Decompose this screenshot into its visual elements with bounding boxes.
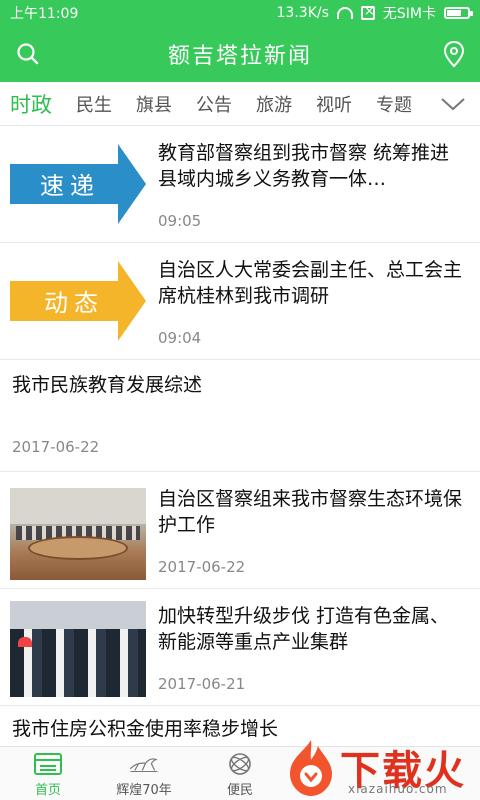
horse-icon <box>129 751 159 777</box>
network-speed: 13.3K/s <box>276 5 329 21</box>
nav-services-label: 便民 <box>226 782 253 798</box>
tab-announcements[interactable]: 公告 <box>196 91 232 117</box>
news-item[interactable]: 动态 自治区人大常委会副主任、总工会主席杭桂林到我市调研 09:04 <box>0 243 480 360</box>
news-badge: 动态 <box>44 289 104 317</box>
tab-tourism[interactable]: 旅游 <box>256 91 292 117</box>
home-icon <box>33 751 63 777</box>
news-title: 我市民族教育发展综述 <box>12 374 203 396</box>
wifi-icon <box>336 7 353 19</box>
search-button[interactable] <box>12 38 44 70</box>
news-list: 速递 教育部督察组到我市督察 统筹推进县域内城乡义务教育一体… 09:05 动态… <box>0 126 480 746</box>
news-title: 我市住房公积金使用率稳步增长 <box>12 718 279 740</box>
sim-status: 无SIM卡 <box>382 6 436 22</box>
news-time: 09:05 <box>158 212 202 230</box>
location-button[interactable] <box>438 38 470 70</box>
watermark-url: xiazaihuo.com <box>348 782 448 796</box>
nav-home-label: 首页 <box>34 782 61 798</box>
visit-photo <box>10 601 146 697</box>
tab-media[interactable]: 视听 <box>316 91 352 117</box>
category-tabs: 时政 民生 旗县 公告 旅游 视听 专题 <box>0 82 480 126</box>
search-icon <box>17 43 39 65</box>
news-title: 自治区人大常委会副主任、总工会主席杭桂林到我市调研 <box>158 259 463 307</box>
news-item[interactable]: 加快转型升级步伐 打造有色金属、新能源等重点产业集群 2017-06-21 <box>0 589 480 706</box>
chevron-down-icon <box>441 98 465 111</box>
status-right: 13.3K/s 无SIM卡 <box>276 3 473 23</box>
nav-services[interactable]: 便民 <box>192 747 288 800</box>
news-thumbnail <box>10 601 146 697</box>
no-sim-icon <box>360 4 375 20</box>
globe-icon <box>225 751 255 777</box>
news-title: 教育部督察组到我市督察 统筹推进县域内城乡义务教育一体… <box>158 142 450 190</box>
nav-home[interactable]: 首页 <box>0 747 96 800</box>
more-tabs-button[interactable] <box>426 82 480 125</box>
tab-special[interactable]: 专题 <box>376 91 412 117</box>
news-time: 2017-06-22 <box>12 438 100 456</box>
status-time: 上午11:09 <box>10 6 79 22</box>
app-title: 额吉塔拉新闻 <box>167 44 312 69</box>
news-time: 2017-06-22 <box>158 558 246 576</box>
site-watermark: 下载火 xiazaihuo.com <box>282 736 480 800</box>
news-thumbnail <box>10 488 146 580</box>
tab-politics[interactable]: 时政 <box>10 89 52 119</box>
location-pin-icon <box>443 40 465 68</box>
nav-70-years[interactable]: 辉煌70年 <box>96 747 192 800</box>
news-item[interactable]: 自治区督察组来我市督察生态环境保护工作 2017-06-22 <box>0 472 480 589</box>
news-thumbnail: 动态 <box>10 259 146 343</box>
battery-icon <box>444 7 473 19</box>
app-header: 额吉塔拉新闻 <box>0 26 480 82</box>
news-time: 09:04 <box>158 329 202 347</box>
status-bar: 上午11:09 13.3K/s 无SIM卡 <box>0 0 480 26</box>
news-badge: 速递 <box>40 172 100 200</box>
nav-70-years-label: 辉煌70年 <box>116 782 172 798</box>
tab-livelihood[interactable]: 民生 <box>76 91 112 117</box>
meeting-photo <box>10 488 146 580</box>
tab-counties[interactable]: 旗县 <box>136 91 172 117</box>
news-item[interactable]: 我市民族教育发展综述 2017-06-22 <box>0 360 480 472</box>
flame-logo-icon <box>290 740 332 796</box>
news-title: 自治区督察组来我市督察生态环境保护工作 <box>158 488 463 536</box>
news-thumbnail: 速递 <box>10 142 146 226</box>
news-item[interactable]: 速递 教育部督察组到我市督察 统筹推进县域内城乡义务教育一体… 09:05 <box>0 126 480 243</box>
news-title: 加快转型升级步伐 打造有色金属、新能源等重点产业集群 <box>158 605 450 653</box>
news-time: 2017-06-21 <box>158 675 246 693</box>
